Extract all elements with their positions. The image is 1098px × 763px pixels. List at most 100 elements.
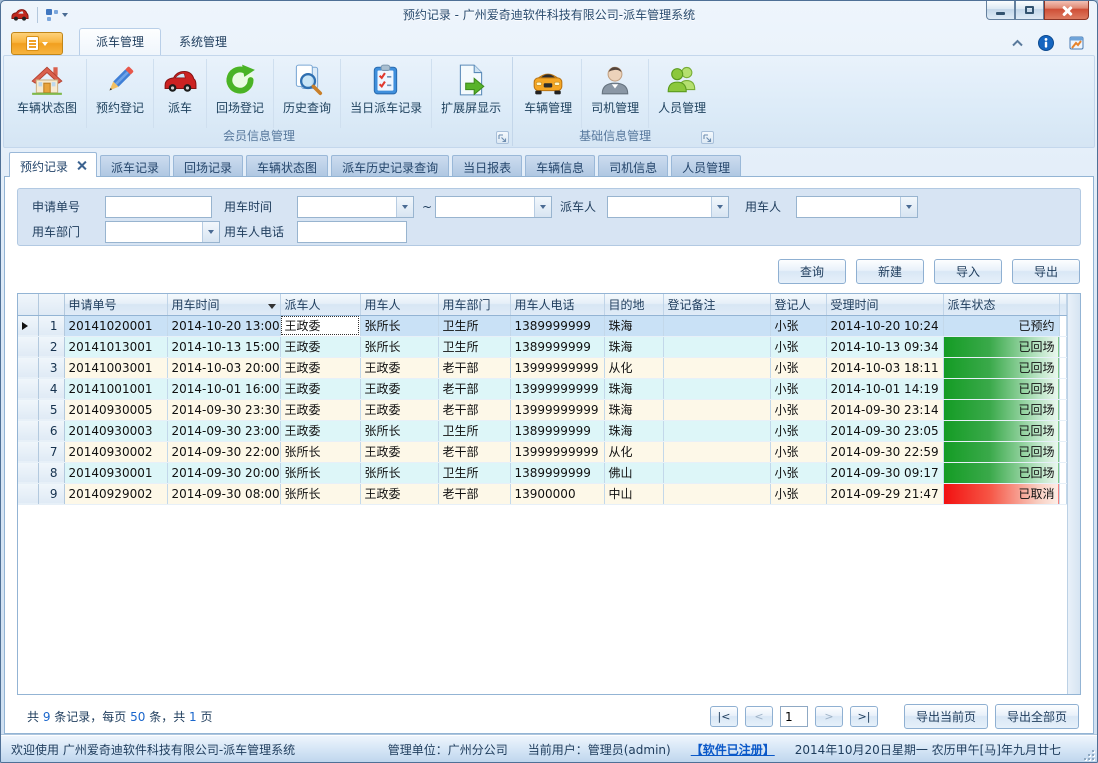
column-header-accept-time[interactable]: 受理时间: [826, 294, 943, 315]
cell-dispatcher[interactable]: 王政委: [280, 336, 360, 357]
page-number-input[interactable]: [780, 706, 808, 727]
cell-destination[interactable]: 珠海: [604, 399, 663, 420]
cell-remark[interactable]: [663, 378, 770, 399]
cell-status[interactable]: 已预约: [943, 315, 1059, 336]
export-current-page-button[interactable]: 导出当前页: [904, 704, 988, 729]
info-icon[interactable]: [1038, 35, 1054, 51]
cell-status[interactable]: 已回场: [943, 441, 1059, 462]
cell-phone[interactable]: 1389999999: [510, 315, 604, 336]
quick-access-toolbar[interactable]: [42, 7, 71, 23]
cell-accept-time[interactable]: 2014-09-30 23:14: [826, 399, 943, 420]
cell-destination[interactable]: 珠海: [604, 336, 663, 357]
column-header-remark[interactable]: 登记备注: [663, 294, 770, 315]
cell-order-no[interactable]: 20140930003: [64, 420, 167, 441]
cell-remark[interactable]: [663, 441, 770, 462]
dept-combo[interactable]: [105, 221, 220, 243]
export-button[interactable]: 导出: [1012, 259, 1080, 284]
cell-dept[interactable]: 卫生所: [438, 315, 510, 336]
cell-order-no[interactable]: 20141003001: [64, 357, 167, 378]
cell-use-time[interactable]: 2014-09-30 22:00: [167, 441, 280, 462]
dispatcher-combo[interactable]: [607, 196, 729, 218]
ribbon-button-staff-management[interactable]: 人员管理: [648, 59, 715, 128]
ribbon-button-driver-management[interactable]: 司机管理: [581, 59, 648, 128]
cell-user[interactable]: 王政委: [360, 378, 438, 399]
cell-destination[interactable]: 珠海: [604, 378, 663, 399]
doc-tab-driver-info[interactable]: 司机信息: [598, 155, 668, 176]
cell-dept[interactable]: 老干部: [438, 378, 510, 399]
cell-phone[interactable]: 13900000: [510, 483, 604, 504]
doc-tab-vehicle-info[interactable]: 车辆信息: [525, 155, 595, 176]
cell-phone[interactable]: 13999999999: [510, 441, 604, 462]
cell-user[interactable]: 张所长: [360, 336, 438, 357]
use-time-from-combo[interactable]: [297, 196, 414, 218]
column-header-dept[interactable]: 用车部门: [438, 294, 510, 315]
phone-input[interactable]: [298, 222, 406, 242]
column-header-status[interactable]: 派车状态: [943, 294, 1059, 315]
cell-registrar[interactable]: 小张: [770, 420, 826, 441]
cell-remark[interactable]: [663, 315, 770, 336]
cell-accept-time[interactable]: 2014-10-03 18:11: [826, 357, 943, 378]
cell-registrar[interactable]: 小张: [770, 462, 826, 483]
order-no-input[interactable]: [106, 197, 211, 217]
minimize-button[interactable]: [986, 1, 1015, 20]
cell-registrar[interactable]: 小张: [770, 483, 826, 504]
ribbon-button-today-dispatch-records[interactable]: 当日派车记录: [340, 59, 431, 128]
cell-phone[interactable]: 13999999999: [510, 399, 604, 420]
doc-tab-staff-management[interactable]: 人员管理: [671, 155, 741, 176]
ribbon-button-vehicle-status-map[interactable]: 车辆状态图: [8, 59, 86, 128]
cell-user[interactable]: 王政委: [360, 357, 438, 378]
column-header-order-no[interactable]: 申请单号: [64, 294, 167, 315]
cell-dept[interactable]: 卫生所: [438, 420, 510, 441]
column-header-destination[interactable]: 目的地: [604, 294, 663, 315]
cell-phone[interactable]: 13999999999: [510, 378, 604, 399]
cell-user[interactable]: 王政委: [360, 483, 438, 504]
ribbon-button-vehicle-management[interactable]: 车辆管理: [515, 59, 581, 128]
tab-close-icon[interactable]: [77, 161, 86, 170]
vertical-scrollbar[interactable]: [1067, 294, 1080, 694]
cell-dept[interactable]: 老干部: [438, 483, 510, 504]
doc-tab-dispatch-records[interactable]: 派车记录: [100, 155, 170, 176]
maximize-button[interactable]: [1015, 1, 1044, 20]
help-window-icon[interactable]: [1068, 35, 1085, 51]
cell-dept[interactable]: 老干部: [438, 357, 510, 378]
cell-phone[interactable]: 1389999999: [510, 420, 604, 441]
cell-registrar[interactable]: 小张: [770, 399, 826, 420]
cell-remark[interactable]: [663, 462, 770, 483]
column-header-registrar[interactable]: 登记人: [770, 294, 826, 315]
cell-registrar[interactable]: 小张: [770, 315, 826, 336]
column-header-user[interactable]: 用车人: [360, 294, 438, 315]
cell-status[interactable]: 已回场: [943, 420, 1059, 441]
cell-status[interactable]: 已取消: [943, 483, 1059, 504]
query-button[interactable]: 查询: [778, 259, 846, 284]
combo-dropdown-button[interactable]: [202, 222, 219, 242]
cell-use-time[interactable]: 2014-10-01 16:00: [167, 378, 280, 399]
software-registered-link[interactable]: 【软件已注册】: [691, 741, 775, 758]
cell-use-time[interactable]: 2014-09-30 20:00: [167, 462, 280, 483]
cell-dept[interactable]: 老干部: [438, 441, 510, 462]
cell-use-time[interactable]: 2014-10-13 15:00: [167, 336, 280, 357]
cell-accept-time[interactable]: 2014-10-13 09:34: [826, 336, 943, 357]
cell-phone[interactable]: 13999999999: [510, 357, 604, 378]
cell-remark[interactable]: [663, 357, 770, 378]
cell-destination[interactable]: 中山: [604, 483, 663, 504]
cell-order-no[interactable]: 20140929002: [64, 483, 167, 504]
ribbon-button-reservation[interactable]: 预约登记: [86, 59, 153, 128]
ribbon-tab-system[interactable]: 系统管理: [163, 29, 243, 55]
cell-status[interactable]: 已回场: [943, 357, 1059, 378]
cell-phone[interactable]: 1389999999: [510, 462, 604, 483]
combo-dropdown-button[interactable]: [711, 197, 728, 217]
cell-use-time[interactable]: 2014-10-20 13:00: [167, 315, 280, 336]
doc-tab-reservation-records[interactable]: 预约记录: [9, 152, 97, 177]
first-page-button[interactable]: |<: [710, 706, 738, 727]
cell-registrar[interactable]: 小张: [770, 336, 826, 357]
cell-dispatcher[interactable]: 张所长: [280, 441, 360, 462]
new-button[interactable]: 新建: [856, 259, 924, 284]
cell-remark[interactable]: [663, 420, 770, 441]
cell-status[interactable]: 已回场: [943, 399, 1059, 420]
cell-use-time[interactable]: 2014-10-03 20:00: [167, 357, 280, 378]
cell-dispatcher[interactable]: 王政委: [280, 378, 360, 399]
ribbon-button-history-query[interactable]: 历史查询: [273, 59, 340, 128]
cell-dept[interactable]: 卫生所: [438, 336, 510, 357]
cell-remark[interactable]: [663, 336, 770, 357]
cell-order-no[interactable]: 20141013001: [64, 336, 167, 357]
